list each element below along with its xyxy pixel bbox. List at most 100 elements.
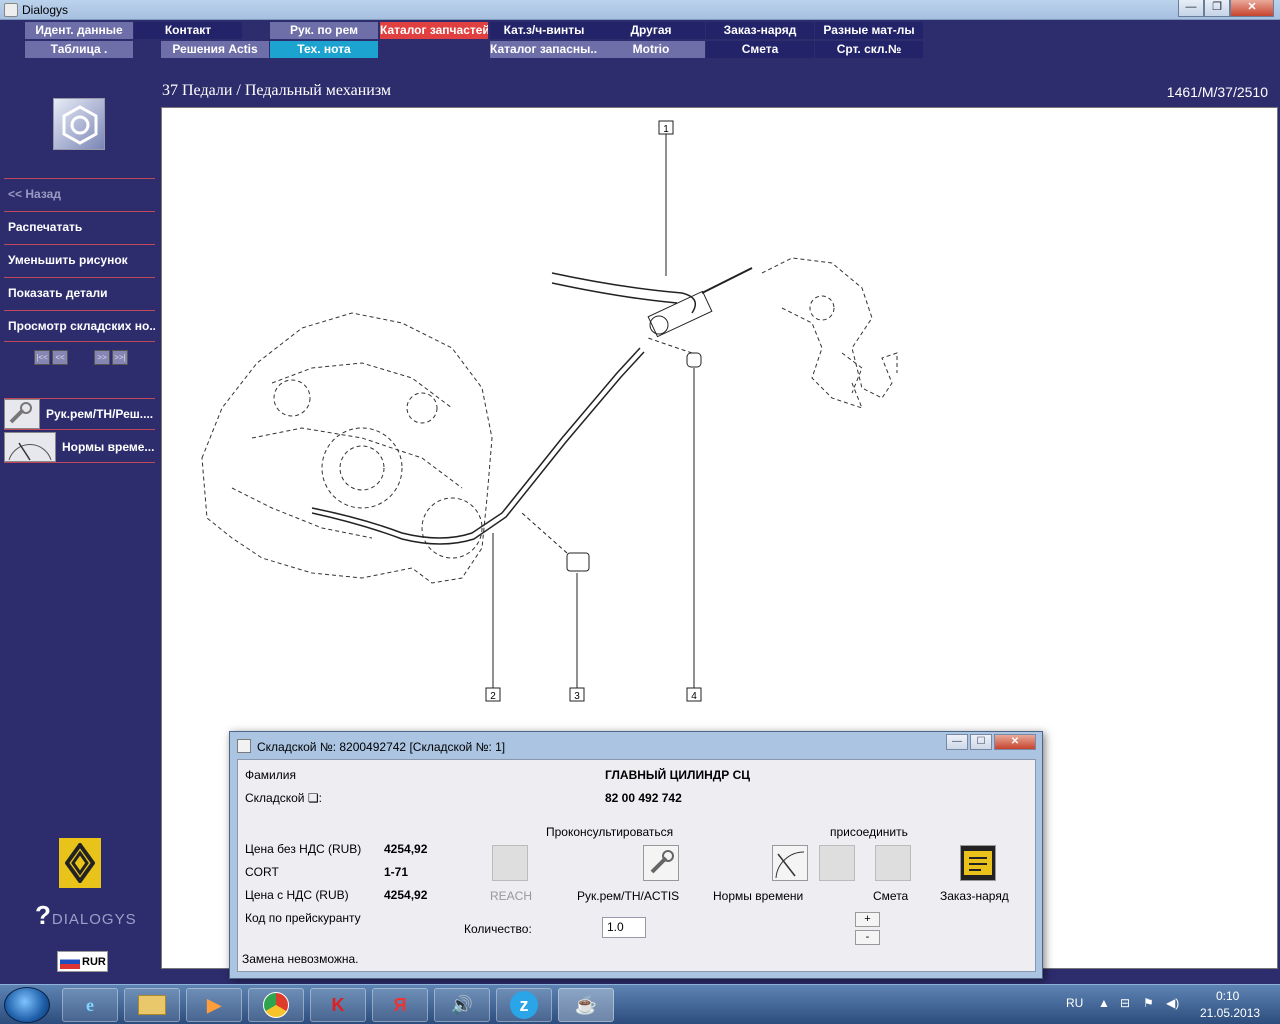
- clock-time[interactable]: 0:10: [1216, 989, 1239, 1003]
- cort-value: 1-71: [384, 865, 409, 879]
- svg-text:1: 1: [663, 124, 669, 135]
- work-order-icon[interactable]: [960, 845, 996, 881]
- quantity-minus-button[interactable]: -: [855, 930, 880, 945]
- wrench-icon: [4, 399, 40, 429]
- part-number-label: Складской ❏:: [245, 791, 322, 805]
- catalog-icon: [819, 845, 855, 881]
- sidebar: << Назад Распечатать Уменьшить рисунок П…: [0, 58, 160, 978]
- cort-label: CORT: [245, 865, 279, 879]
- menu-repair-manual[interactable]: Рук. по рем: [270, 22, 378, 39]
- renault-logo-icon: [59, 838, 101, 888]
- next-page-button[interactable]: >>: [94, 350, 110, 365]
- callout-4[interactable]: 4: [686, 687, 702, 702]
- stock-view-button[interactable]: Просмотр складских но...: [4, 310, 155, 342]
- svg-text:4: 4: [691, 691, 697, 702]
- family-label: Фамилия: [245, 768, 296, 782]
- menu-ident-data[interactable]: Идент. данные: [25, 22, 133, 39]
- prev-page-button[interactable]: <<: [52, 350, 68, 365]
- start-button[interactable]: [4, 987, 50, 1023]
- callout-3[interactable]: 3: [569, 687, 585, 702]
- ie-icon[interactable]: e: [62, 988, 118, 1022]
- part-dialog: Складской №: 8200492742 [Складской №: 1]…: [229, 731, 1043, 979]
- minimize-button[interactable]: —: [1178, 0, 1204, 17]
- quantity-input[interactable]: 1.0: [602, 917, 646, 938]
- reach-label: REACH: [490, 889, 533, 903]
- family-value: ГЛАВНЫЙ ЦИЛИНДР СЦ: [605, 768, 751, 782]
- maximize-button[interactable]: ❐: [1204, 0, 1230, 17]
- menu-motrio[interactable]: Motrio: [597, 41, 705, 58]
- breadcrumb: 37 Педали / Педальный механизм: [162, 82, 392, 99]
- network-icon[interactable]: ⊟: [1120, 996, 1130, 1010]
- hex-bolt-icon: [53, 98, 105, 150]
- java-icon: [237, 739, 251, 753]
- zona-icon[interactable]: z: [496, 988, 552, 1022]
- dialog-maximize-button[interactable]: ☐: [970, 734, 992, 750]
- part-number-value: 82 00 492 742: [605, 791, 682, 805]
- svg-text:3: 3: [574, 691, 580, 702]
- gauge-icon: [4, 431, 56, 462]
- menu-estimate[interactable]: Смета: [706, 41, 814, 58]
- estimate-icon[interactable]: [875, 845, 911, 881]
- menu-screws-catalog[interactable]: Кат.з/ч-винты: [490, 22, 598, 39]
- diagram-code: 1461/M/37/2510: [1166, 84, 1268, 100]
- menu-table[interactable]: Таблица .: [25, 41, 133, 58]
- language-indicator[interactable]: RU: [1066, 996, 1083, 1010]
- show-details-button[interactable]: Показать детали: [4, 277, 155, 309]
- sound-app-icon[interactable]: 🔊: [434, 988, 490, 1022]
- flag-icon[interactable]: ⚑: [1143, 996, 1154, 1010]
- attach-label: присоединить: [830, 825, 908, 839]
- tray-arrow-icon[interactable]: ▲: [1098, 996, 1110, 1010]
- menu-parts-catalog[interactable]: Каталог запчастей: [380, 22, 488, 39]
- first-page-button[interactable]: |<<: [34, 350, 50, 365]
- dialog-minimize-button[interactable]: —: [946, 734, 968, 750]
- dialogys-logo: ?DIALOGYS: [35, 900, 137, 930]
- russia-flag-icon: [60, 954, 80, 969]
- tool-time-norms[interactable]: Нормы време...: [4, 431, 155, 463]
- wrench-icon[interactable]: [643, 845, 679, 881]
- kaspersky-icon[interactable]: K: [310, 988, 366, 1022]
- time-norms-label: Нормы времени: [713, 889, 804, 903]
- menu-work-order[interactable]: Заказ-наряд: [706, 22, 814, 39]
- status-text: Замена невозможна.: [242, 952, 359, 966]
- volume-icon[interactable]: ◀): [1166, 996, 1179, 1010]
- pager: |<< << >> >>|: [34, 350, 128, 365]
- menu-spare-catalog[interactable]: Каталог запасны...: [490, 41, 598, 58]
- window-titlebar: Dialogys — ❐ ✕: [0, 0, 1280, 20]
- menu-other[interactable]: Другая: [597, 22, 705, 39]
- explorer-icon[interactable]: [124, 988, 180, 1022]
- quantity-plus-button[interactable]: +: [855, 912, 880, 927]
- estimate-label: Смета: [873, 889, 909, 903]
- close-button[interactable]: ✕: [1230, 0, 1274, 17]
- chrome-icon[interactable]: [248, 988, 304, 1022]
- java-app-icon[interactable]: ☕: [558, 988, 614, 1022]
- shrink-image-button[interactable]: Уменьшить рисунок: [4, 244, 155, 276]
- tool-repair-manual[interactable]: Рук.рем/TH/Реш....: [4, 398, 155, 430]
- manual-label: Рук.рем/TH/ACTIS: [577, 889, 680, 903]
- price-list-code-label: Код по прейскуранту: [245, 911, 361, 925]
- dialog-body: Фамилия ГЛАВНЫЙ ЦИЛИНДР СЦ Складской ❏: …: [237, 759, 1036, 972]
- print-button[interactable]: Распечатать: [4, 211, 155, 243]
- currency-button[interactable]: RUR: [57, 951, 108, 972]
- menu-tech-note[interactable]: Тех. нота: [270, 41, 378, 58]
- yandex-icon[interactable]: Я: [372, 988, 428, 1022]
- consult-label: Проконсультироваться: [546, 825, 674, 839]
- callout-1[interactable]: 1: [658, 120, 674, 135]
- last-page-button[interactable]: >>|: [112, 350, 128, 365]
- menu-stock-sort[interactable]: Срт. скл.№: [815, 41, 923, 58]
- menu-misc-materials[interactable]: Разные мат-лы: [815, 22, 923, 39]
- dialog-title: Складской №: 8200492742 [Складской №: 1]: [257, 740, 506, 754]
- price-vat-value: 4254,92: [384, 888, 428, 902]
- clock-date[interactable]: 21.05.2013: [1200, 1006, 1260, 1020]
- menu-contact[interactable]: Контакт: [134, 22, 242, 39]
- svg-text:2: 2: [490, 691, 496, 702]
- media-player-icon[interactable]: ▶: [186, 988, 242, 1022]
- dialog-close-button[interactable]: ✕: [994, 734, 1036, 750]
- menu-actis-solutions[interactable]: Решения Actis: [161, 41, 269, 58]
- window-title: Dialogys: [22, 3, 69, 17]
- callout-2[interactable]: 2: [485, 687, 501, 702]
- back-button[interactable]: << Назад: [4, 178, 155, 210]
- app-icon: [4, 3, 18, 17]
- work-order-label: Заказ-наряд: [940, 889, 1009, 903]
- price-no-vat-label: Цена без НДС (RUB): [245, 842, 362, 856]
- gauge-icon[interactable]: [772, 845, 808, 881]
